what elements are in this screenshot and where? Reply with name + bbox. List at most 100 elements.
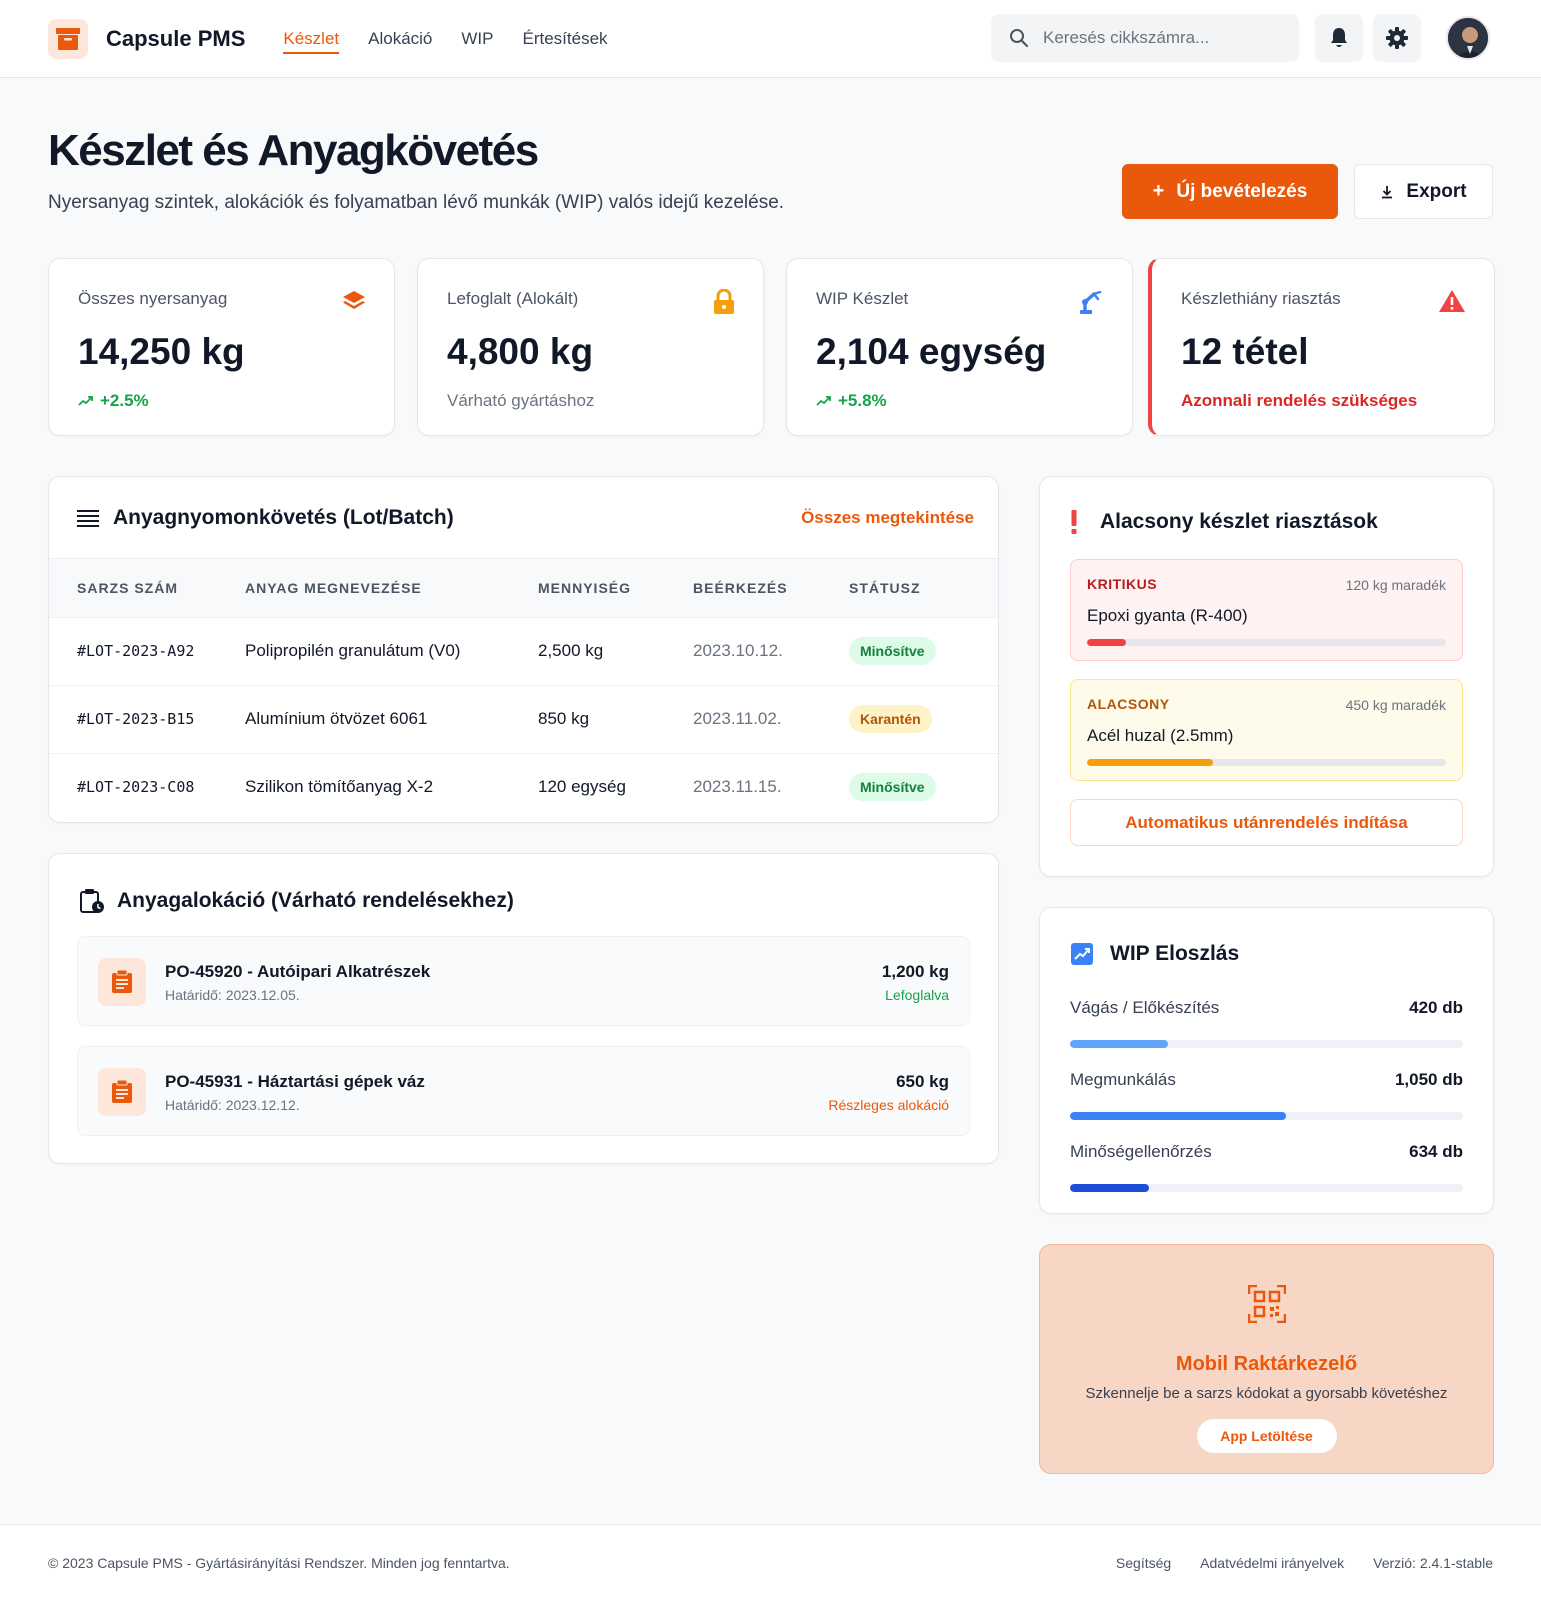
allocation-item[interactable]: PO-45920 - Autóipari Alkatrészek Határid…: [77, 936, 970, 1026]
quantity: 120 egység: [538, 752, 693, 821]
stat-label: Lefoglalt (Alokált): [447, 289, 579, 308]
alert-progress: [1087, 639, 1446, 646]
stat-trend: +5.8%: [816, 391, 1103, 411]
trend-up-icon: [78, 396, 93, 406]
stat-trend: +2.5%: [78, 391, 365, 411]
main-nav: Készlet Alokáció WIP Értesítések: [283, 0, 636, 78]
allocation-item[interactable]: PO-45931 - Háztartási gépek váz Határidő…: [77, 1046, 970, 1136]
arrival-date: 2023.11.15.: [693, 752, 849, 821]
wip-stage-value: 634 db: [1409, 1142, 1463, 1161]
clipboard-icon: [112, 1080, 132, 1103]
arrival-date: 2023.11.02.: [693, 684, 849, 753]
nav-keszlet[interactable]: Készlet: [283, 0, 339, 78]
wip-card-title: WIP Eloszlás: [1110, 942, 1240, 965]
alert-item-low[interactable]: ALACSONY 450 kg maradék Acél huzal (2.5m…: [1070, 679, 1463, 781]
wip-progress-fill: [1070, 1112, 1287, 1120]
footer-copyright: © 2023 Capsule PMS - Gyártásirányítási R…: [48, 1555, 510, 1571]
footer-version: Verzió: 2.4.1-stable: [1373, 1555, 1493, 1571]
wip-progress-fill: [1070, 1040, 1169, 1048]
lot-number: #LOT-2023-B15: [49, 684, 245, 753]
material-name: Szilikon tömítőanyag X-2: [245, 752, 538, 821]
stat-trend-value: +2.5%: [100, 391, 149, 410]
nav-ertesitesek[interactable]: Értesítések: [523, 0, 608, 78]
wip-stage-value: 420 db: [1409, 998, 1463, 1017]
search-input[interactable]: [1043, 28, 1283, 48]
nav-alokacio[interactable]: Alokáció: [368, 0, 432, 78]
stat-value: 2,104 egység: [816, 331, 1047, 372]
app-download-button[interactable]: App Letöltése: [1196, 1419, 1337, 1453]
stat-label: Összes nyersanyag: [78, 289, 228, 308]
plus-icon: +: [1152, 180, 1165, 202]
alert-item-critical[interactable]: KRITIKUS 120 kg maradék Epoxi gyanta (R-…: [1070, 559, 1463, 661]
table-row[interactable]: #LOT-2023-C08 Szilikon tömítőanyag X-2 1…: [49, 752, 998, 821]
wip-progress: [1070, 1112, 1463, 1120]
new-receipt-button[interactable]: + Új bevételezés: [1122, 164, 1338, 219]
chart-trend-icon: [1071, 943, 1093, 965]
alloc-deadline: Határidő: 2023.12.05.: [165, 987, 300, 1003]
layers-icon: [343, 291, 365, 309]
app-logo[interactable]: [48, 18, 88, 59]
alerts-card-title: Alacsony készlet riasztások: [1100, 510, 1378, 533]
stat-note: Várható gyártáshoz: [447, 391, 595, 410]
stat-card-shortage: Készlethiány riasztás 12 tétel Azonnali …: [1148, 258, 1495, 436]
table-row[interactable]: #LOT-2023-B15 Alumínium ötvözet 6061 850…: [49, 684, 998, 753]
stat-label: WIP Készlet: [816, 289, 909, 308]
allocation-card-title: Anyagalokáció (Várható rendelésekhez): [117, 889, 514, 912]
lot-number: #LOT-2023-C08: [49, 752, 245, 821]
footer-links: Segítség Adatvédelmi irányelvek Verzió: …: [1087, 1555, 1493, 1571]
wip-stage-label: Vágás / Előkészítés: [1070, 998, 1220, 1017]
auto-reorder-button[interactable]: Automatikus utánrendelés indítása: [1070, 799, 1463, 846]
qr-scan-icon: [1248, 1285, 1286, 1323]
col-lot-number: SARZS SZÁM: [77, 579, 178, 596]
search-box: [991, 14, 1299, 62]
alloc-quantity: 650 kg: [896, 1072, 949, 1091]
arrival-date: 2023.10.12.: [693, 616, 849, 685]
table-header-row: SARZS SZÁM ANYAG MEGNEVEZÉSE MENNYISÉG B…: [49, 559, 998, 617]
col-status: STÁTUSZ: [849, 579, 921, 596]
export-label: Export: [1406, 180, 1467, 202]
stat-value: 12 tétel: [1181, 331, 1309, 372]
export-button[interactable]: Export: [1354, 164, 1493, 219]
alert-material: Epoxi gyanta (R-400): [1087, 606, 1248, 625]
wip-progress: [1070, 1040, 1463, 1048]
avatar-image: [1448, 18, 1488, 58]
stat-card-allocated: Lefoglalt (Alokált) 4,800 kg Várható gyá…: [417, 258, 764, 436]
page-title: Készlet és Anyagkövetés: [48, 126, 539, 175]
lock-icon: [714, 289, 734, 314]
footer-link-privacy[interactable]: Adatvédelmi irányelvek: [1200, 1555, 1344, 1571]
alloc-icon-box: [98, 1068, 146, 1116]
stat-value: 14,250 kg: [78, 331, 245, 372]
warning-icon: [1439, 290, 1465, 312]
table-row[interactable]: #LOT-2023-A92 Polipropilén granulátum (V…: [49, 616, 998, 685]
promo-subtitle: Szkennelje be a sarzs kódokat a gyorsabb…: [1085, 1385, 1448, 1402]
stat-card-wip: WIP Készlet 2,104 egység +5.8%: [786, 258, 1133, 436]
alloc-icon-box: [98, 958, 146, 1006]
robot-arm-icon: [1080, 290, 1102, 314]
app-name: Capsule PMS: [106, 25, 246, 51]
alloc-quantity: 1,200 kg: [881, 962, 949, 981]
settings-button[interactable]: [1373, 14, 1421, 62]
footer-link-help[interactable]: Segítség: [1116, 1555, 1171, 1571]
alloc-deadline: Határidő: 2023.12.12.: [165, 1097, 300, 1113]
stat-value: 4,800 kg: [447, 331, 594, 372]
col-arrival: BEÉRKEZÉS: [693, 579, 788, 596]
stat-note: Azonnali rendelés szükséges: [1181, 391, 1418, 410]
top-navbar: Capsule PMS Készlet Alokáció WIP Értesít…: [0, 0, 1541, 78]
exclamation-icon: [1071, 510, 1077, 534]
mobile-app-promo: Mobil Raktárkezelő Szkennelje be a sarzs…: [1039, 1244, 1494, 1474]
alloc-order-title: PO-45920 - Autóipari Alkatrészek: [165, 962, 431, 981]
user-avatar[interactable]: [1446, 16, 1490, 60]
notifications-button[interactable]: [1315, 14, 1363, 62]
nav-wip[interactable]: WIP: [461, 0, 493, 78]
wip-row: Vágás / Előkészítés 420 db: [1070, 998, 1463, 1048]
page-footer: © 2023 Capsule PMS - Gyártásirányítási R…: [0, 1524, 1541, 1600]
alerts-card-header: Alacsony készlet riasztások: [1070, 509, 1378, 535]
new-receipt-label: Új bevételezés: [1176, 180, 1308, 202]
view-all-link[interactable]: Összes megtekintése: [801, 508, 974, 528]
wip-stage-value: 1,050 db: [1394, 1070, 1463, 1089]
lot-card-title: Anyagnyomonkövetés (Lot/Batch): [113, 505, 454, 529]
low-stock-alerts-card: Alacsony készlet riasztások KRITIKUS 120…: [1039, 476, 1494, 877]
lot-card-header: Anyagnyomonkövetés (Lot/Batch) Összes me…: [49, 477, 998, 559]
alloc-status: Lefoglalva: [885, 987, 949, 1003]
wip-progress: [1070, 1184, 1463, 1192]
